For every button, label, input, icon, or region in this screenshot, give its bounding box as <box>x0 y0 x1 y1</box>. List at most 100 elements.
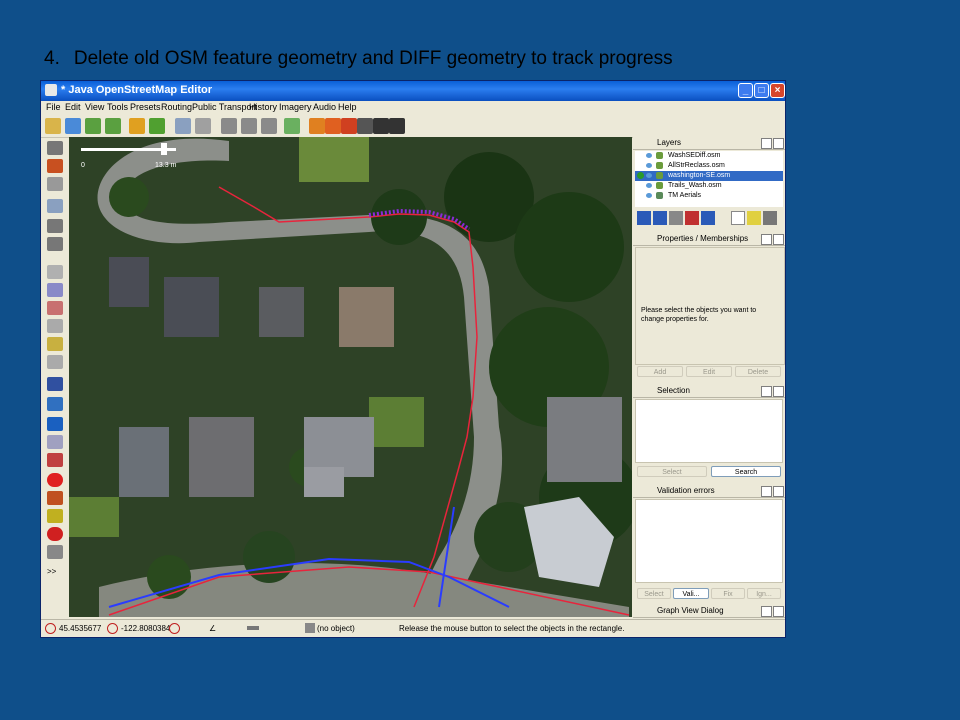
selection-panel-title: Selection <box>657 386 690 395</box>
menu-imagery[interactable]: Imagery <box>279 102 312 112</box>
delete-layer-icon[interactable] <box>763 211 777 225</box>
layer-name: AllStrReclass.osm <box>668 162 725 169</box>
validate-button[interactable]: Vali... <box>673 588 709 599</box>
history-icon[interactable] <box>47 301 63 315</box>
minimize-button[interactable]: _ <box>738 83 753 98</box>
menu-tools[interactable]: Tools <box>107 102 128 112</box>
save-icon[interactable] <box>65 118 81 134</box>
ruler-icon[interactable] <box>47 545 63 559</box>
menu-routing[interactable]: Routing <box>161 102 192 112</box>
extrude-icon[interactable] <box>47 237 63 251</box>
panel-float-icon[interactable] <box>761 486 772 497</box>
panel-float-icon[interactable] <box>761 386 772 397</box>
route-start-icon[interactable] <box>325 118 341 134</box>
house-roof <box>189 417 254 497</box>
bug-icon[interactable] <box>47 453 63 467</box>
layer-row[interactable]: Trails_Wash.osm <box>635 181 783 191</box>
visibility-eye-icon[interactable] <box>646 183 652 188</box>
visibility-eye-icon[interactable] <box>646 153 652 158</box>
delete-icon[interactable] <box>47 219 63 233</box>
route-icon[interactable] <box>47 491 63 505</box>
bus-icon[interactable] <box>389 118 405 134</box>
add-tag-button[interactable]: Add <box>637 366 683 377</box>
parallel-icon[interactable] <box>47 177 63 191</box>
scale-bar-slider[interactable] <box>161 143 167 155</box>
menu-history[interactable]: History <box>249 102 277 112</box>
visibility-eye-icon[interactable] <box>646 163 652 168</box>
search-button[interactable]: Search <box>711 466 781 477</box>
route-end-icon[interactable] <box>341 118 357 134</box>
ignore-button[interactable]: Ign... <box>747 588 781 599</box>
show-hide-icon[interactable] <box>685 211 699 225</box>
select-button[interactable]: Select <box>637 466 707 477</box>
combine-way-icon[interactable] <box>241 118 257 134</box>
visibility-eye-icon[interactable] <box>646 173 652 178</box>
selection-list[interactable] <box>635 399 783 463</box>
fix-button[interactable]: Fix <box>711 588 745 599</box>
layer-row[interactable]: WashSEDiff.osm <box>635 151 783 161</box>
validator-check-icon[interactable] <box>47 417 63 431</box>
layer-row-selected[interactable]: washington-SE.osm <box>635 171 783 181</box>
split-way-icon[interactable] <box>221 118 237 134</box>
select-icon[interactable] <box>47 141 63 155</box>
menu-view[interactable]: View <box>85 102 104 112</box>
filter-icon[interactable] <box>47 377 63 391</box>
move-down-icon[interactable] <box>653 211 667 225</box>
route-icon[interactable] <box>309 118 325 134</box>
edit-tag-button[interactable]: Edit <box>686 366 732 377</box>
upload-icon[interactable] <box>105 118 121 134</box>
validation-list[interactable] <box>635 499 783 583</box>
delete-tag-button[interactable]: Delete <box>735 366 781 377</box>
notes-icon[interactable] <box>47 337 63 351</box>
aerial-map-canvas[interactable]: 0 13.3 m <box>69 137 632 617</box>
duplicate-layer-icon[interactable] <box>731 211 745 225</box>
layer-info-icon[interactable] <box>747 211 761 225</box>
menu-help[interactable]: Help <box>338 102 357 112</box>
refresh-icon[interactable] <box>261 118 277 134</box>
validation-select-button[interactable]: Select <box>637 588 671 599</box>
more-tools-chevron-icon[interactable]: >> <box>47 565 63 579</box>
panel-float-icon[interactable] <box>761 138 772 149</box>
layer-row[interactable]: TM Aerials <box>635 191 783 201</box>
merge-icon[interactable] <box>47 397 63 411</box>
redo-icon[interactable] <box>149 118 165 134</box>
download-icon[interactable] <box>85 118 101 134</box>
menu-public-transport[interactable]: Public Transport <box>192 102 257 112</box>
map-view[interactable]: 0 13.3 m <box>69 137 632 617</box>
draw-icon[interactable] <box>47 159 63 173</box>
zoom-icon[interactable] <box>175 118 191 134</box>
layers-toggle-icon[interactable] <box>47 265 63 279</box>
menu-audio[interactable]: Audio <box>313 102 336 112</box>
presets-icon[interactable] <box>47 283 63 297</box>
panel-close-icon[interactable] <box>773 138 784 149</box>
panel-float-icon[interactable] <box>761 606 772 617</box>
panel-close-icon[interactable] <box>773 486 784 497</box>
maximize-button[interactable]: □ <box>754 83 769 98</box>
zoom-icon[interactable] <box>47 199 63 213</box>
funnel-icon[interactable] <box>47 435 63 449</box>
panel-close-icon[interactable] <box>773 606 784 617</box>
move-up-icon[interactable] <box>637 211 651 225</box>
layer-row[interactable]: AllStrReclass.osm <box>635 161 783 171</box>
imagery-icon[interactable] <box>284 118 300 134</box>
conflict-icon[interactable] <box>47 355 63 369</box>
compass-icon[interactable] <box>47 527 63 541</box>
graph-icon[interactable] <box>47 509 63 523</box>
close-button[interactable]: × <box>770 83 785 98</box>
panel-float-icon[interactable] <box>761 234 772 245</box>
open-icon[interactable] <box>45 118 61 134</box>
hand-icon[interactable] <box>357 118 373 134</box>
merge-layer-icon[interactable] <box>701 211 715 225</box>
car-icon[interactable] <box>373 118 389 134</box>
panel-close-icon[interactable] <box>773 386 784 397</box>
undo-icon[interactable] <box>129 118 145 134</box>
stop-icon[interactable] <box>47 473 63 487</box>
activate-layer-icon[interactable] <box>669 211 683 225</box>
menu-presets[interactable]: Presets <box>130 102 161 112</box>
visibility-eye-icon[interactable] <box>646 193 652 198</box>
menu-edit[interactable]: Edit <box>65 102 81 112</box>
menu-file[interactable]: File <box>46 102 61 112</box>
relation-icon[interactable] <box>47 319 63 333</box>
preferences-icon[interactable] <box>195 118 211 134</box>
panel-close-icon[interactable] <box>773 234 784 245</box>
